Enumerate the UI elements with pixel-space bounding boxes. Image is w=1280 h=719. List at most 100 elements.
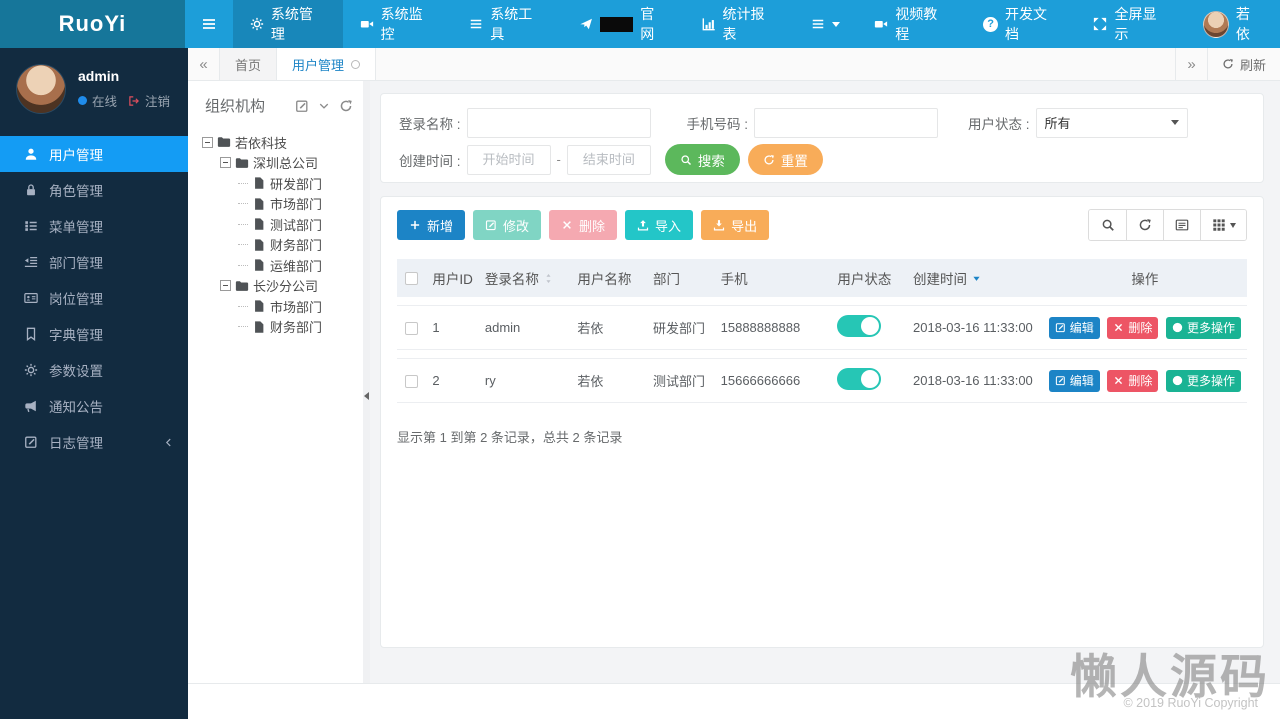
- tab-user-manage[interactable]: 用户管理: [277, 48, 376, 80]
- tree-node[interactable]: 长沙分公司: [202, 276, 363, 297]
- tab-home[interactable]: 首页: [220, 48, 277, 80]
- bars-icon: [201, 16, 217, 32]
- tree-node-label: 市场部门: [270, 297, 322, 316]
- tabs-scroll-left-button[interactable]: «: [188, 48, 220, 80]
- user-avatar[interactable]: [16, 64, 66, 114]
- sort-icon[interactable]: [543, 273, 554, 284]
- download-icon: [713, 219, 725, 231]
- collapse-icon[interactable]: [202, 137, 213, 148]
- col-user-name: 用户名称: [571, 259, 647, 297]
- nav-item-system-manage[interactable]: 系统管理: [233, 0, 343, 48]
- file-icon: [252, 217, 266, 231]
- start-time-input[interactable]: [467, 145, 551, 175]
- phone-input[interactable]: [754, 108, 938, 138]
- nav-item-system-monitor[interactable]: 系统监控: [343, 0, 453, 48]
- tree-node[interactable]: 若依科技: [202, 132, 363, 153]
- th-list-icon: [24, 219, 38, 233]
- outdent-icon: [24, 255, 38, 269]
- panel-splitter[interactable]: [363, 81, 370, 683]
- end-time-input[interactable]: [567, 145, 651, 175]
- tree-node[interactable]: 市场部门: [202, 296, 363, 317]
- tab-close-icon[interactable]: [351, 60, 360, 69]
- modify-button[interactable]: 修改: [473, 210, 541, 240]
- nav-menu-dropdown[interactable]: [794, 0, 857, 48]
- col-user-status: 用户状态: [831, 259, 907, 297]
- collapse-icon[interactable]: [220, 280, 231, 291]
- tabs-scroll-right-button[interactable]: »: [1175, 48, 1207, 80]
- file-icon: [252, 258, 266, 272]
- sidebar-item-post-manage[interactable]: 岗位管理: [0, 280, 188, 316]
- add-button[interactable]: 新增: [397, 210, 465, 240]
- row-more-button[interactable]: 更多操作: [1166, 370, 1241, 392]
- sidebar-item-menu-manage[interactable]: 菜单管理: [0, 208, 188, 244]
- row-delete-button[interactable]: 删除: [1107, 317, 1158, 339]
- refresh-table-button[interactable]: [1126, 210, 1163, 240]
- user-table-panel: 新增 修改 删除 导入 导出: [380, 196, 1264, 648]
- columns-button[interactable]: [1200, 210, 1246, 240]
- sidebar-item-dict-manage[interactable]: 字典管理: [0, 316, 188, 352]
- tree-node[interactable]: 财务部门: [202, 317, 363, 338]
- pencil-square-icon: [1055, 375, 1066, 386]
- card-view-button[interactable]: [1163, 210, 1200, 240]
- tree-connector: [238, 244, 248, 245]
- sidebar-item-notice[interactable]: 通知公告: [0, 388, 188, 424]
- col-login-name[interactable]: 登录名称: [479, 259, 571, 297]
- tree-node[interactable]: 运维部门: [202, 255, 363, 276]
- edit-tree-icon[interactable]: [295, 99, 309, 113]
- table-view-tools: [1088, 209, 1247, 241]
- search-button[interactable]: 搜索: [665, 144, 740, 175]
- tree-node[interactable]: 研发部门: [202, 173, 363, 194]
- login-name-input[interactable]: [467, 108, 651, 138]
- sidebar-item-user-manage[interactable]: 用户管理: [0, 136, 188, 172]
- show-search-button[interactable]: [1089, 210, 1126, 240]
- nav-item-report[interactable]: 统计报表: [685, 0, 795, 48]
- nav-item-official-site[interactable]: 官网: [562, 0, 685, 48]
- online-dot-icon: [78, 96, 87, 105]
- row-delete-button[interactable]: 删除: [1107, 370, 1158, 392]
- nav-item-dev-docs[interactable]: 开发文档: [966, 0, 1076, 48]
- sidebar-toggle-button[interactable]: [185, 0, 233, 48]
- cell-user-name: 若依: [571, 305, 647, 350]
- tab-refresh-button[interactable]: 刷新: [1207, 48, 1280, 80]
- row-edit-button[interactable]: 编辑: [1049, 370, 1100, 392]
- refresh-tree-icon[interactable]: [339, 99, 353, 113]
- sidebar-item-log-manage[interactable]: 日志管理: [0, 424, 188, 460]
- tree-connector: [238, 203, 248, 204]
- user-status-select[interactable]: 所有: [1036, 108, 1188, 138]
- reset-button[interactable]: 重置: [748, 144, 823, 175]
- nav-item-system-tools[interactable]: 系统工具: [452, 0, 562, 48]
- row-checkbox[interactable]: [405, 375, 418, 388]
- arrow-circle-right-icon: [1172, 322, 1183, 333]
- status-toggle-on[interactable]: [837, 315, 881, 337]
- export-button[interactable]: 导出: [701, 210, 769, 240]
- sort-desc-icon[interactable]: [971, 273, 982, 284]
- tree-node[interactable]: 测试部门: [202, 214, 363, 235]
- row-more-button[interactable]: 更多操作: [1166, 317, 1241, 339]
- select-all-checkbox[interactable]: [405, 272, 418, 285]
- nav-item-fullscreen[interactable]: 全屏显示: [1076, 0, 1185, 48]
- row-edit-button[interactable]: 编辑: [1049, 317, 1100, 339]
- collapse-icon[interactable]: [220, 157, 231, 168]
- refresh-icon: [763, 154, 775, 166]
- delete-button[interactable]: 删除: [549, 210, 617, 240]
- sidebar-item-role-manage[interactable]: 角色管理: [0, 172, 188, 208]
- logout-link[interactable]: 注销: [145, 91, 170, 110]
- tree-node[interactable]: 市场部门: [202, 194, 363, 215]
- status-toggle-on[interactable]: [837, 368, 881, 390]
- page-footer: © 2019 RuoYi Copyright: [188, 683, 1280, 719]
- row-checkbox[interactable]: [405, 322, 418, 335]
- sidebar-item-param-settings[interactable]: 参数设置: [0, 352, 188, 388]
- col-created-time[interactable]: 创建时间: [907, 259, 1043, 297]
- sidebar-menu: 用户管理 角色管理 菜单管理 部门管理 岗位管理 字典管理 参数设置 通知公告: [0, 136, 188, 460]
- brand-logo[interactable]: RuoYi: [0, 0, 185, 48]
- import-button[interactable]: 导入: [625, 210, 693, 240]
- nav-item-video-tutorial[interactable]: 视频教程: [857, 0, 966, 48]
- chevron-down-icon[interactable]: [318, 100, 330, 112]
- collapse-tree-handle[interactable]: [363, 379, 370, 413]
- sidebar-item-dept-manage[interactable]: 部门管理: [0, 244, 188, 280]
- tree-node[interactable]: 财务部门: [202, 235, 363, 256]
- nav-item-label: 全屏显示: [1114, 4, 1168, 44]
- tree-node[interactable]: 深圳总公司: [202, 153, 363, 174]
- nav-user-menu[interactable]: 若依: [1186, 0, 1280, 48]
- cell-user-id: 1: [426, 305, 479, 350]
